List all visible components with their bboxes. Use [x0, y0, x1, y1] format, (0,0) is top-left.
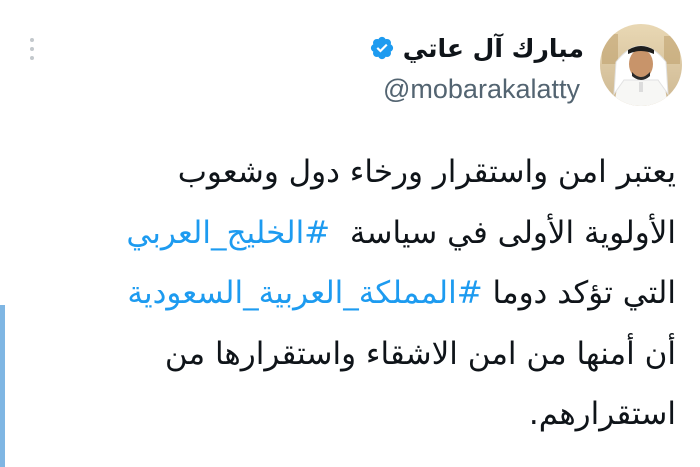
tweet-text-segment: يعتبر امن واستقرار ورخاء دول وشعوب [177, 154, 676, 190]
tweet-body: يعتبر امن واستقرار ورخاء دول وشعوب الأول… [16, 142, 676, 445]
author-name-row[interactable]: مبارك آل عاتي [369, 30, 584, 66]
tweet-text-segment: أن أمنها من امن الاشقاء واستقرارها من [164, 335, 676, 372]
verified-badge-icon [370, 36, 393, 60]
tweet-line: الأولوية الأولى في سياسة #الخليج_العربي [16, 203, 676, 264]
avatar[interactable] [600, 24, 682, 106]
thread-accent-bar [0, 305, 5, 467]
hashtag-link[interactable]: #المملكة_العربية_السعودية [127, 275, 482, 311]
tweet-line: التي تؤكد دوما #المملكة_العربية_السعودية [16, 263, 676, 324]
author-display-name: مبارك آل عاتي [402, 33, 584, 63]
tweet-text-segment: استقرارهم. [528, 396, 676, 432]
tweet-line: استقرارهم. [16, 384, 676, 445]
tweet-text-segment: التي تؤكد دوما [492, 275, 676, 311]
tweet-line: أن أمنها من امن الاشقاء واستقرارها من [16, 324, 676, 385]
avatar-photo [600, 24, 682, 106]
tweet-line: يعتبر امن واستقرار ورخاء دول وشعوب [16, 142, 676, 203]
tweet-text-segment: الأولوية الأولى في سياسة [349, 214, 676, 251]
more-options-icon[interactable] [28, 38, 36, 64]
hashtag-link[interactable]: #الخليج_العربي [126, 215, 330, 251]
author-handle[interactable]: @mobarakalatty [383, 74, 580, 105]
